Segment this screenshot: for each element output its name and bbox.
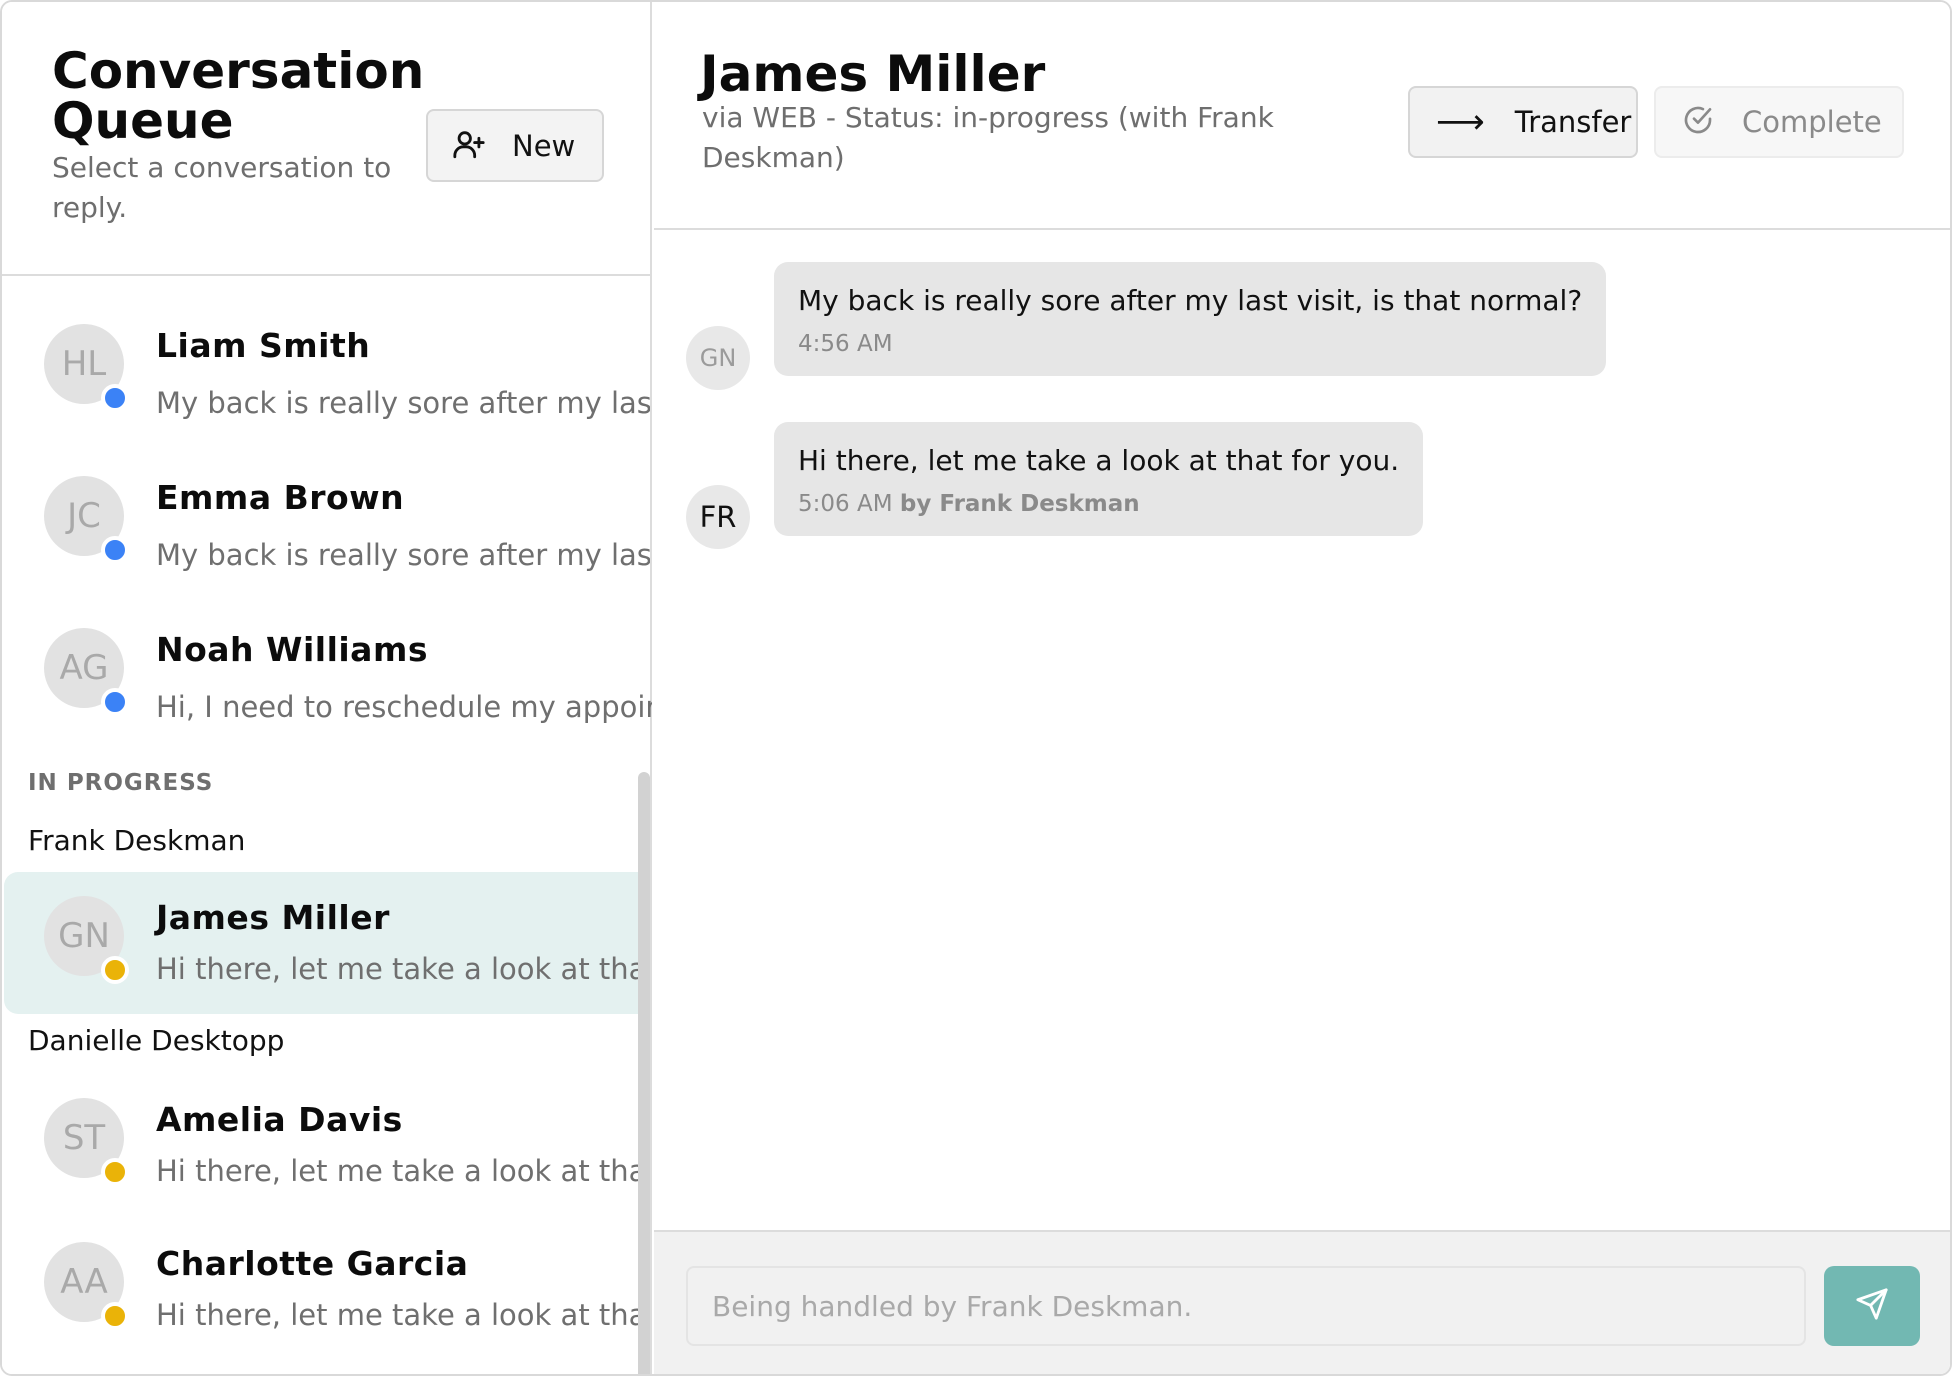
message-preview: Hi, I need to reschedule my appointment: [156, 690, 652, 724]
message-preview: My back is really sore after my last vis…: [156, 538, 650, 572]
scrollbar-thumb[interactable]: [638, 772, 650, 1374]
transfer-button[interactable]: ⟶ Transfer: [1408, 86, 1638, 158]
queue-header: Conversation Queue Select a conversation…: [2, 2, 652, 276]
app-window: Conversation Queue Select a conversation…: [0, 0, 1952, 1376]
in-progress-section-label: IN PROGRESS: [28, 770, 214, 796]
queue-subtitle: Select a conversation to reply.: [52, 151, 392, 224]
message-meta: 5:06 AM by Frank Deskman: [798, 490, 1399, 518]
send-icon: [1855, 1287, 1889, 1325]
message-text: My back is really sore after my last vis…: [798, 284, 1583, 317]
message-input[interactable]: [686, 1266, 1806, 1346]
message-bubble: Hi there, let me take a look at that for…: [774, 422, 1424, 536]
conversation-item-active[interactable]: GN James Miller Hi there, let me take a …: [4, 872, 644, 1014]
contact-name: James Miller: [156, 898, 390, 937]
message-avatar: FR: [686, 485, 750, 549]
transfer-button-label: Transfer: [1514, 105, 1632, 139]
message-preview: My back is really sore after my last vis…: [156, 386, 650, 420]
status-dot: [101, 956, 129, 984]
conversation-list: HL Liam Smith My back is really sore aft…: [2, 278, 652, 1374]
contact-name: Liam Smith: [156, 326, 371, 365]
message-preview: Hi there, let me take a look at that for…: [156, 1154, 640, 1188]
conversation-item[interactable]: AG Noah Williams Hi, I need to reschedul…: [4, 596, 652, 738]
contact-name: Emma Brown: [156, 478, 405, 517]
message-preview: Hi there, let me take a look at that for…: [156, 952, 640, 986]
arrow-right-icon: ⟶: [1436, 102, 1485, 142]
chat-status-subtitle: via WEB - Status: in-progress (with Fran…: [702, 101, 1274, 174]
new-conversation-button[interactable]: New: [426, 109, 604, 182]
contact-name: Amelia Davis: [156, 1100, 403, 1139]
agent-group-label: Danielle Desktopp: [28, 1024, 285, 1057]
queue-title: Conversation Queue: [52, 42, 425, 150]
status-dot: [101, 1158, 129, 1186]
conversation-item[interactable]: JC Emma Brown My back is really sore aft…: [4, 444, 650, 586]
check-circle-icon: [1682, 104, 1714, 140]
status-dot: [101, 688, 129, 716]
message-time: 5:06 AM: [798, 491, 893, 517]
status-dot: [101, 536, 129, 564]
conversation-queue-panel: Conversation Queue Select a conversation…: [2, 2, 652, 1374]
conversation-item[interactable]: HL Liam Smith My back is really sore aft…: [4, 292, 650, 434]
message-text: Hi there, let me take a look at that for…: [798, 444, 1400, 477]
send-button[interactable]: [1824, 1266, 1920, 1346]
conversation-item[interactable]: AA Charlotte Garcia Hi there, let me tak…: [4, 1218, 644, 1360]
message-bubble: My back is really sore after my last vis…: [774, 262, 1607, 376]
conversation-item[interactable]: ST Amelia Davis Hi there, let me take a …: [4, 1074, 644, 1216]
add-user-icon: [452, 127, 486, 165]
message-preview: Hi there, let me take a look at that for…: [156, 1298, 640, 1332]
complete-button[interactable]: Complete: [1654, 86, 1904, 158]
complete-button-label: Complete: [1742, 105, 1882, 139]
agent-group-label: Frank Deskman: [28, 824, 246, 857]
contact-name: Noah Williams: [156, 630, 428, 669]
message-time: 4:56 AM: [798, 331, 893, 357]
chat-title: James Miller: [700, 45, 1046, 103]
chat-panel: James Miller via WEB - Status: in-progre…: [654, 2, 1950, 1374]
chat-header: James Miller via WEB - Status: in-progre…: [654, 2, 1950, 230]
message-avatar: GN: [686, 326, 750, 390]
composer-bar: [654, 1230, 1950, 1374]
new-button-label: New: [512, 128, 576, 163]
message-author: by Frank Deskman: [899, 491, 1140, 517]
status-dot: [101, 384, 129, 412]
status-dot: [101, 1302, 129, 1330]
contact-name: Charlotte Garcia: [156, 1244, 469, 1283]
message-meta: 4:56 AM: [798, 330, 1582, 358]
